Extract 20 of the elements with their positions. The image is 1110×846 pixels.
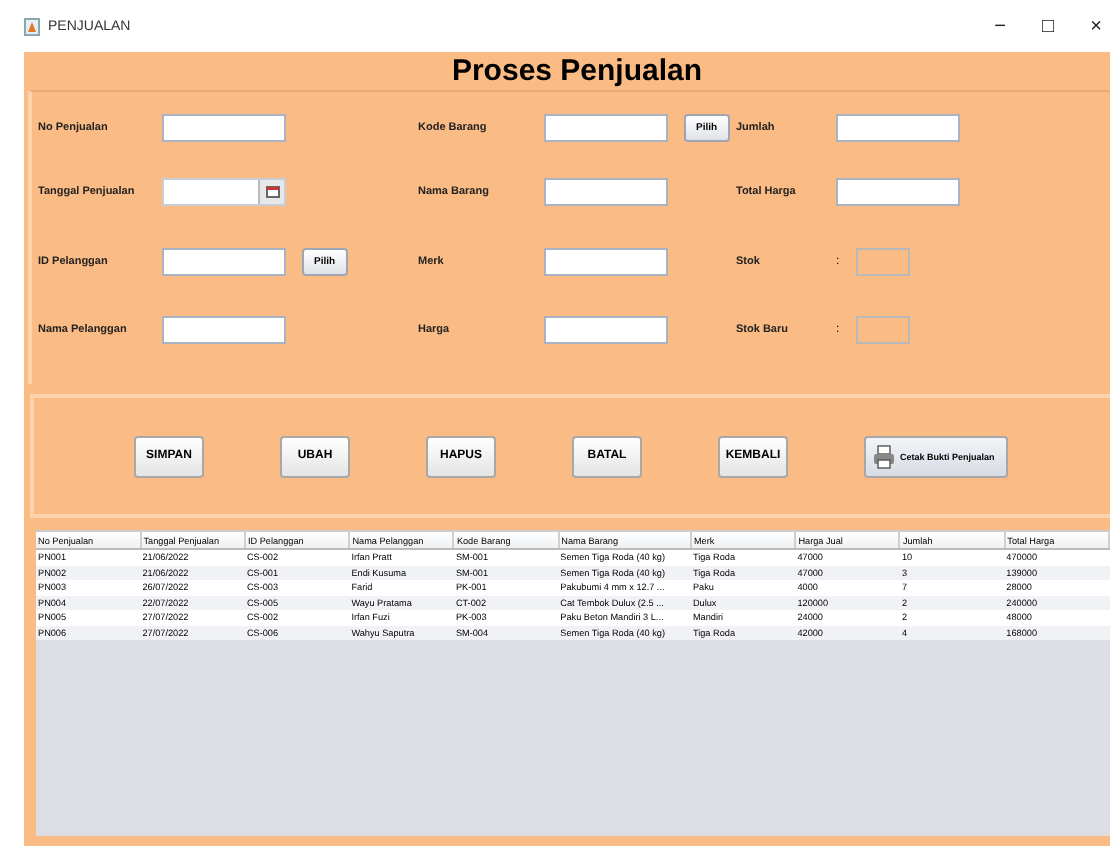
- text-field[interactable]: [544, 248, 668, 276]
- page-heading: Proses Penjualan: [449, 52, 705, 90]
- printer-icon: [872, 443, 896, 469]
- window-control[interactable]: □: [1038, 15, 1058, 37]
- text-field[interactable]: [162, 316, 286, 344]
- stock-field[interactable]: [855, 316, 910, 344]
- text-field[interactable]: [836, 177, 960, 205]
- text-field[interactable]: [162, 113, 286, 141]
- app-icon: [24, 17, 40, 35]
- text-field[interactable]: [162, 248, 286, 276]
- calendar-icon: [265, 185, 279, 197]
- text-field[interactable]: [544, 113, 668, 141]
- stock-field[interactable]: [855, 248, 910, 276]
- text-field[interactable]: [544, 316, 668, 344]
- date-field[interactable]: [162, 177, 286, 205]
- text-field[interactable]: [836, 113, 960, 141]
- window-control[interactable]: −: [990, 15, 1010, 37]
- calendar-button[interactable]: [258, 179, 284, 203]
- window-control[interactable]: ×: [1086, 15, 1106, 37]
- text-field[interactable]: [544, 177, 668, 205]
